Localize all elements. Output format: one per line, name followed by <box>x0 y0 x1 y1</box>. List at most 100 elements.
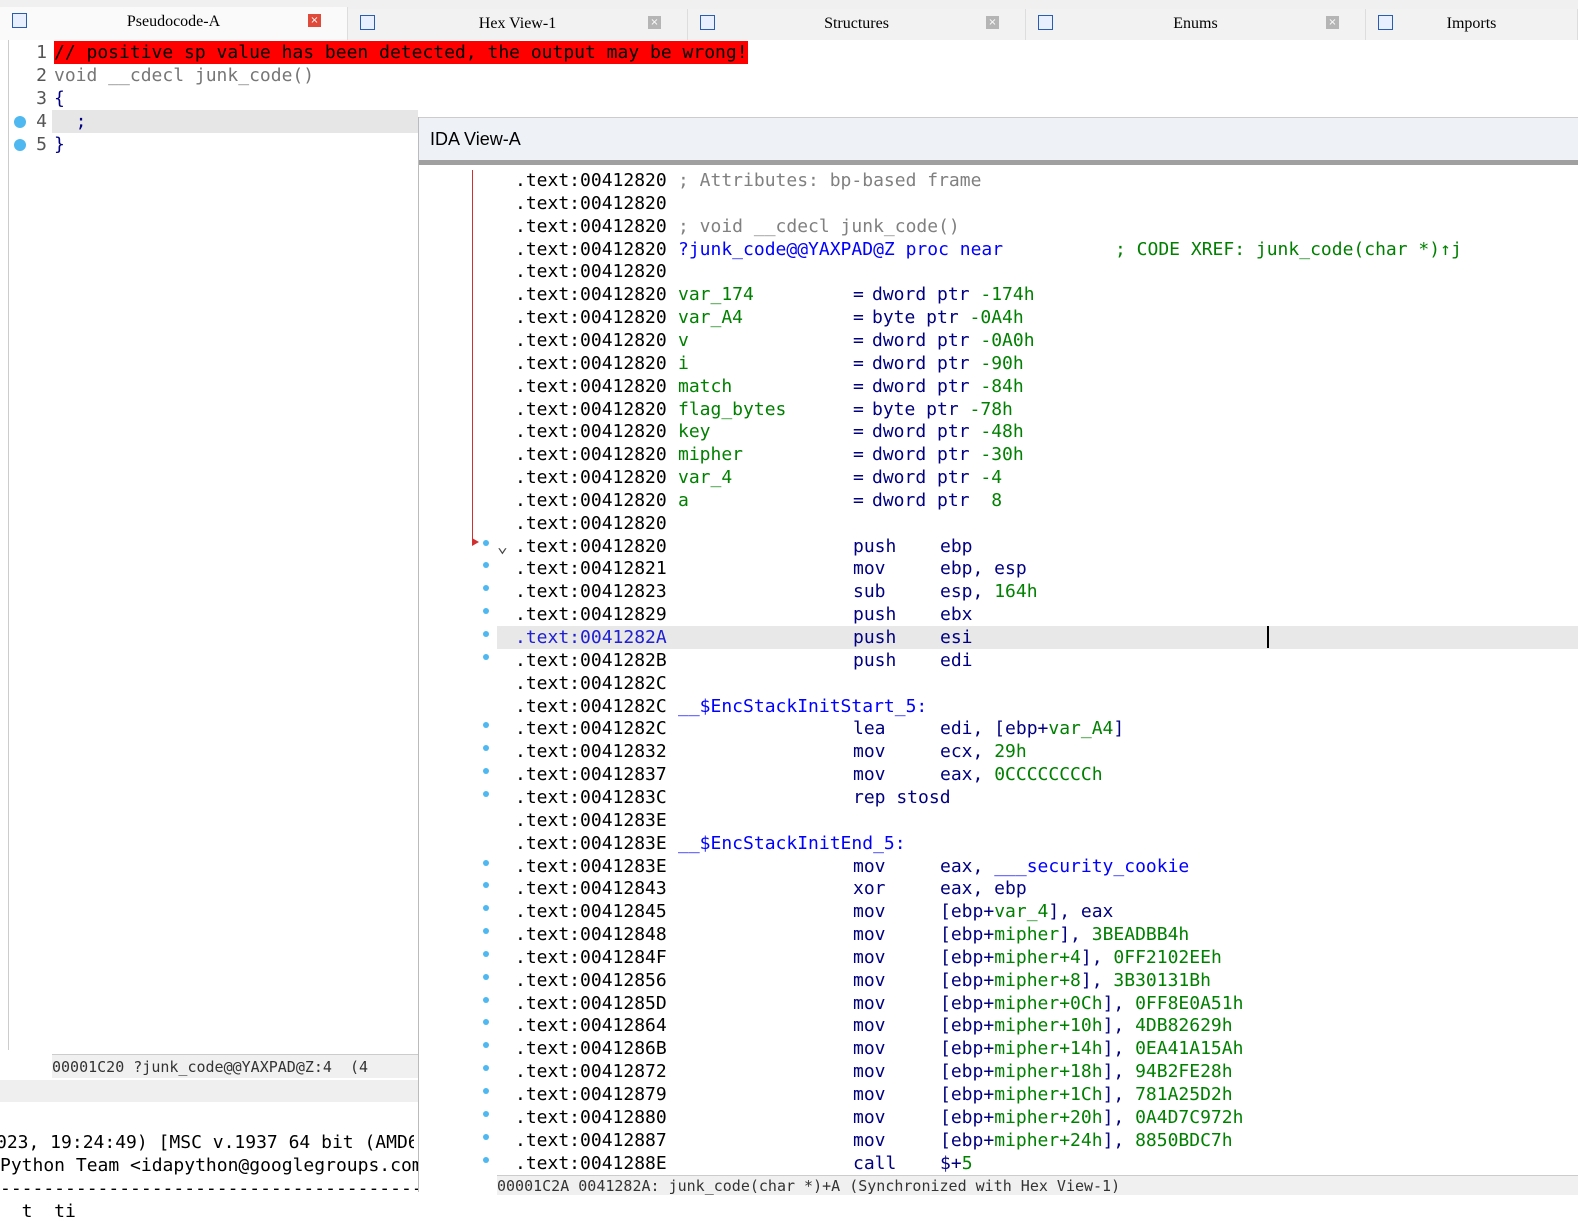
listing-row[interactable]: .text:0041282B push edi <box>497 649 1578 672</box>
listing-row[interactable]: .text:00412820 a = dword ptr 8 <box>497 489 1578 512</box>
listing-row[interactable]: .text:0041285D mov [ebp+mipher+0Ch], 0FF8E… <box>497 992 1578 1015</box>
listing-row[interactable]: .text:00412821 mov ebp, esp <box>497 557 1578 580</box>
listing-row[interactable]: .text:00412879 mov [ebp+mipher+1Ch], 781A2… <box>497 1083 1578 1106</box>
listing-row[interactable]: .text:00412820 var_A4 = byte ptr -0A4h <box>497 306 1578 329</box>
listing-row[interactable]: .text:00412820 var_174 = dword ptr -174h <box>497 283 1578 306</box>
instruction-dot-icon[interactable] <box>483 1110 489 1117</box>
tab-enums[interactable]: Enums × <box>1026 9 1366 40</box>
listing-row[interactable]: .text:0041286B mov [ebp+mipher+14h], 0EA41… <box>497 1037 1578 1060</box>
instruction-dot-icon[interactable] <box>483 859 489 866</box>
label-text: __$EncStackInitEnd_5: <box>678 832 906 854</box>
listing-row[interactable]: .text:00412820 v = dword ptr -0A0h <box>497 329 1578 352</box>
listing-row[interactable]: .text:00412820 var_4 = dword ptr -4 <box>497 466 1578 489</box>
ida-view-window[interactable]: IDA View-A .text:00412820 ; Attributes: b… <box>418 117 1578 1195</box>
code-line[interactable]: 3{ <box>0 87 418 110</box>
operand: dword ptr -0A0h <box>872 329 1035 352</box>
instruction-dot-icon[interactable] <box>483 631 489 637</box>
listing-row[interactable]: .text:00412820 ; Attributes: bp-based fra… <box>497 169 1578 192</box>
listing-row[interactable]: .text:00412820 <box>497 260 1578 283</box>
operand-part: 0EA41A15Ah <box>1135 1038 1244 1060</box>
tab-pseudocode-a[interactable]: Pseudocode-A × <box>0 7 348 40</box>
listing-row[interactable]: .text:00412872 mov [ebp+mipher+18h], 94B2F… <box>497 1060 1578 1083</box>
close-icon[interactable]: × <box>986 16 999 29</box>
label-text: mipher <box>678 444 744 466</box>
instruction-dot-icon[interactable] <box>483 1088 489 1094</box>
operand-part: var_4 <box>994 901 1049 923</box>
operand-part: ], <box>1102 1106 1136 1128</box>
ida-status-bar: 00001C2A 0041282A: junk_code(char *)+A (… <box>497 1175 1578 1195</box>
disassembly-listing[interactable]: .text:00412820 ; Attributes: bp-based fra… <box>419 165 1578 1175</box>
output-console[interactable]: 023, 19:24:49) [MSC v.1937 64 bit (AMD64… <box>0 1080 418 1222</box>
listing-row[interactable]: .text:00412820 match = dword ptr -84h <box>497 375 1578 398</box>
listing-row[interactable]: .text:00412820 ?junk_code@@YAXPAD@Z proc … <box>497 238 1578 261</box>
listing-row[interactable]: .text:0041283E <box>497 809 1578 832</box>
listing-row[interactable]: .text:00412864 mov [ebp+mipher+10h], 4DB82… <box>497 1014 1578 1037</box>
listing-row[interactable]: .text:00412832 mov ecx, 29h <box>497 740 1578 763</box>
listing-row[interactable]: .text:0041284F mov [ebp+mipher+4], 0FF2102… <box>497 946 1578 969</box>
listing-row[interactable]: .text:00412856 mov [ebp+mipher+8], 3B30131… <box>497 969 1578 992</box>
instruction-dot-icon[interactable] <box>483 996 489 1003</box>
tab-hex-view-1[interactable]: Hex View-1 × <box>348 9 688 40</box>
listing-row[interactable]: .text:0041283C rep stosd <box>497 786 1578 809</box>
listing-row[interactable]: .text:00412820 <box>497 512 1578 535</box>
address: .text:0041283E <box>515 832 667 854</box>
close-icon[interactable]: × <box>308 14 321 27</box>
operand: ecx, 29h <box>940 740 1027 763</box>
listing-row[interactable]: .text:0041282C lea edi, [ebp+var_A4] <box>497 717 1578 740</box>
mnemonic: mov <box>853 1084 886 1105</box>
instruction-dot-icon[interactable] <box>483 928 489 935</box>
listing-row[interactable]: .text:00412820 ; void __cdecl junk_code() <box>497 215 1578 238</box>
instruction-dot-icon[interactable] <box>483 539 489 546</box>
listing-row[interactable]: .text:00412820 mipher = dword ptr -30h <box>497 443 1578 466</box>
tab-imports[interactable]: Imports <box>1366 9 1578 40</box>
listing-row[interactable]: .text:00412845 mov [ebp+var_4], eax <box>497 900 1578 923</box>
operand: $+5 <box>940 1152 973 1175</box>
listing-row[interactable]: .text:00412820 <box>497 192 1578 215</box>
listing-row[interactable]: .text:00412843 xor eax, ebp <box>497 877 1578 900</box>
mnemonic: lea <box>853 718 886 740</box>
line-number: 2 <box>36 65 47 86</box>
code-line[interactable]: 1 // positive sp value has been detected,… <box>0 41 748 64</box>
close-icon[interactable]: × <box>1326 16 1339 29</box>
instruction-dot-icon[interactable] <box>483 1133 489 1140</box>
listing-row[interactable]: .text:00412880 mov [ebp+mipher+20h], 0A4D7… <box>497 1106 1578 1129</box>
pseudocode-view[interactable]: 1 // positive sp value has been detected,… <box>0 40 748 1080</box>
operand-part: mipher+14h <box>994 1038 1103 1060</box>
instruction-dot-icon[interactable] <box>483 1156 489 1163</box>
tab-label: Structures <box>824 15 889 32</box>
instruction-dot-icon[interactable] <box>483 973 489 980</box>
mnemonic: = <box>853 375 864 397</box>
listing-row[interactable]: .text:00412887 mov [ebp+mipher+24h], 8850B… <box>497 1129 1578 1152</box>
listing-row[interactable]: .text:0041282C <box>497 672 1578 695</box>
listing-row[interactable]: .text:00412823 sub esp, 164h <box>497 580 1578 603</box>
listing-row[interactable]: .text:0041288E call $+5 <box>497 1152 1578 1175</box>
console-line: 023, 19:24:49) [MSC v.1937 64 bit (AMD64 <box>0 1132 414 1153</box>
operand-part: mipher+24h <box>994 1129 1103 1151</box>
listing-row[interactable]: .text:0041282C __$EncStackInitStart_5: <box>497 695 1578 718</box>
tab-structures[interactable]: Structures × <box>688 9 1026 40</box>
listing-row[interactable]: .text:0041282A push esi <box>497 626 1578 649</box>
mnemonic: sub <box>853 581 886 603</box>
listing-row[interactable]: .text:00412820 ⌄ push ebp <box>497 535 1578 558</box>
label: flag_bytes <box>678 398 786 421</box>
listing-row[interactable]: .text:0041283E mov eax, ___security_cookie <box>497 855 1578 878</box>
close-icon[interactable]: × <box>648 16 661 29</box>
listing-row[interactable]: .text:00412837 mov eax, 0CCCCCCCCh <box>497 763 1578 786</box>
code-line[interactable]: 5} <box>0 133 418 156</box>
operand: dword ptr -4 <box>872 466 1002 489</box>
address: .text:0041282C <box>515 695 667 717</box>
ida-view-title[interactable]: IDA View-A <box>419 117 1578 160</box>
listing-row[interactable]: .text:00412820 i = dword ptr -90h <box>497 352 1578 375</box>
listing-row[interactable]: .text:00412848 mov [ebp+mipher], 3BEADBB4h <box>497 923 1578 946</box>
instruction-dot-icon[interactable] <box>483 950 489 957</box>
listing-row[interactable]: .text:00412820 flag_bytes = byte ptr -78h <box>497 398 1578 421</box>
code-line[interactable]: 2 void __cdecl junk_code() <box>0 64 418 87</box>
line-number: 5 <box>36 134 47 155</box>
listing-row[interactable]: .text:0041283E __$EncStackInitEnd_5: <box>497 832 1578 855</box>
collapse-chevron-icon[interactable]: ⌄ <box>497 535 508 558</box>
instruction-dot-icon[interactable] <box>483 790 489 797</box>
instruction-dot-icon[interactable] <box>483 653 489 660</box>
listing-row[interactable]: .text:00412829 push ebx <box>497 603 1578 626</box>
listing-row[interactable]: .text:00412820 key = dword ptr -48h <box>497 420 1578 443</box>
code-line[interactable]: 4 ; <box>0 110 418 133</box>
